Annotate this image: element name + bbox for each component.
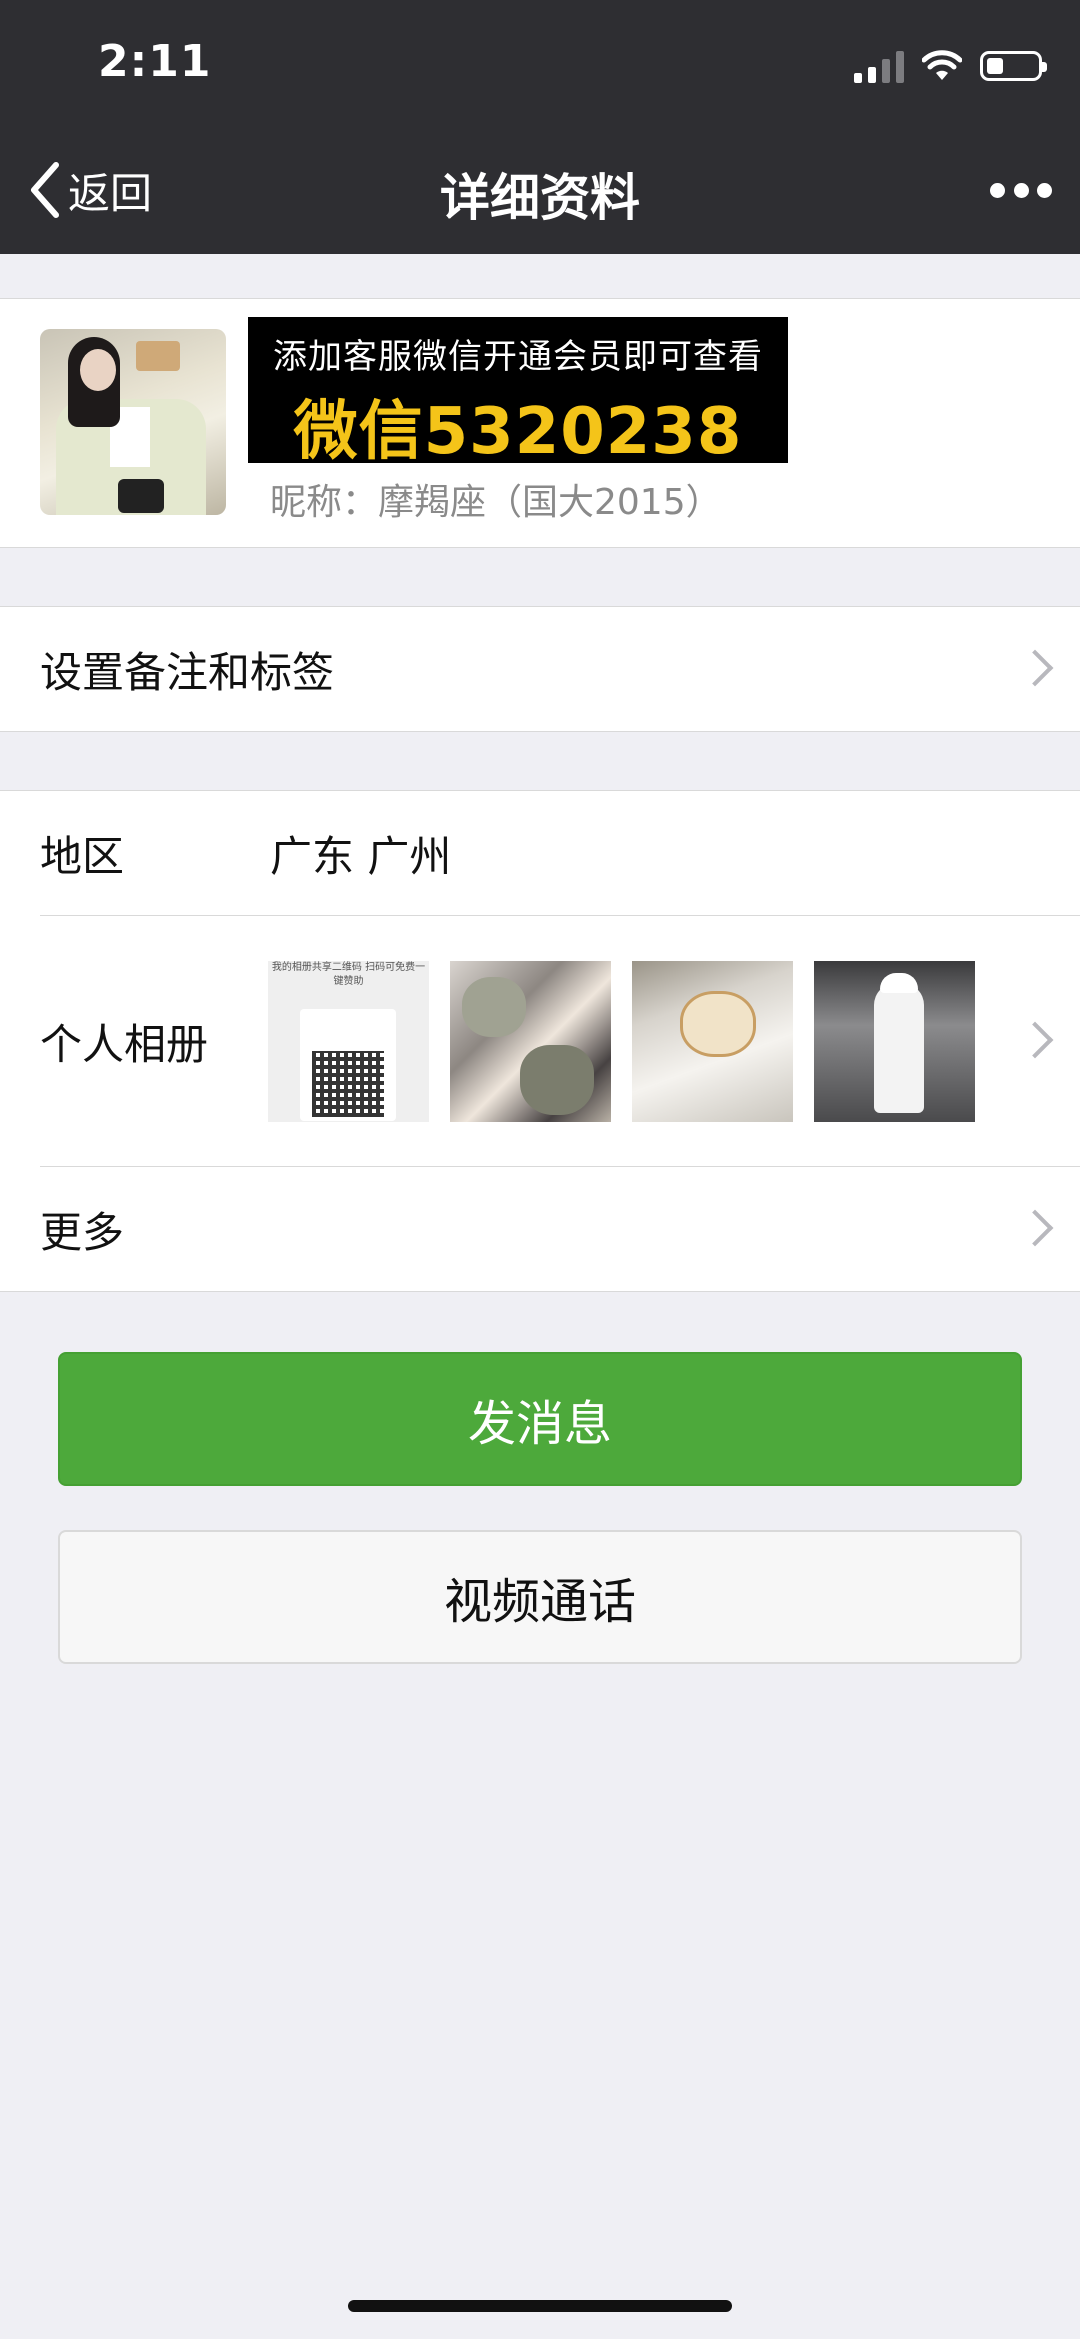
details-card: 地区 广东 广州 个人相册 我的相册共享二维码 扫码可免费一键赞助 更多 (0, 790, 1080, 1292)
more-label: 更多 (40, 1207, 125, 1257)
avatar-face (80, 349, 116, 391)
profile-card: 添加客服微信开通会员即可查看 微信5320238 昵称：摩羯座（国大2015） (0, 298, 1080, 548)
avatar[interactable] (40, 329, 226, 515)
cat-print (462, 977, 526, 1037)
album-thumb[interactable] (450, 961, 611, 1122)
ad-banner: 添加客服微信开通会员即可查看 微信5320238 (248, 317, 788, 469)
photo-figure (874, 983, 924, 1113)
album-thumb-caption: 我的相册共享二维码 扫码可免费一键赞助 (271, 962, 426, 987)
cat-print (680, 991, 756, 1057)
remarks-label: 设置备注和标签 (40, 647, 335, 697)
signal-icon (854, 49, 904, 83)
chevron-right-icon (1022, 1021, 1044, 1061)
region-label: 地区 (40, 831, 125, 881)
remarks-row[interactable]: 设置备注和标签 (0, 607, 1080, 731)
more-dot (1037, 182, 1052, 198)
battery-icon (980, 51, 1047, 81)
cat-print (520, 1045, 594, 1115)
qr-code-icon (312, 1051, 384, 1117)
page-title: 详细资料 (440, 169, 640, 227)
nickname: 昵称：摩羯座（国大2015） (270, 482, 722, 523)
avatar-bag (118, 479, 164, 513)
album-thumbnails: 我的相册共享二维码 扫码可免费一键赞助 (268, 961, 975, 1122)
remarks-card: 设置备注和标签 (0, 606, 1080, 732)
region-row: 地区 广东 广州 (0, 791, 1080, 915)
album-thumb[interactable]: 我的相册共享二维码 扫码可免费一键赞助 (268, 961, 429, 1122)
more-row[interactable]: 更多 (0, 1167, 1080, 1291)
send-message-button[interactable]: 发消息 (58, 1352, 1022, 1486)
ad-line1: 添加客服微信开通会员即可查看 (273, 337, 763, 377)
avatar-phone (136, 341, 180, 371)
top-bar: 2:11 返回 详细资料 (0, 0, 1080, 254)
chevron-right-icon (1022, 649, 1044, 689)
chevron-right-icon (1022, 1209, 1044, 1249)
home-indicator[interactable] (348, 2300, 732, 2312)
video-call-button[interactable]: 视频通话 (58, 1530, 1022, 1664)
region-value: 广东 广州 (270, 831, 452, 881)
album-thumb[interactable] (632, 961, 793, 1122)
album-thumb[interactable] (814, 961, 975, 1122)
ad-line2: 微信5320238 (293, 395, 743, 469)
album-label: 个人相册 (40, 1019, 209, 1069)
more-dots-icon (990, 182, 1005, 198)
photo-cap (880, 973, 918, 993)
status-icons (854, 46, 1047, 86)
status-time: 2:11 (98, 36, 212, 87)
wifi-icon (922, 50, 962, 80)
more-button[interactable] (990, 175, 1052, 205)
more-dot (1013, 182, 1029, 198)
